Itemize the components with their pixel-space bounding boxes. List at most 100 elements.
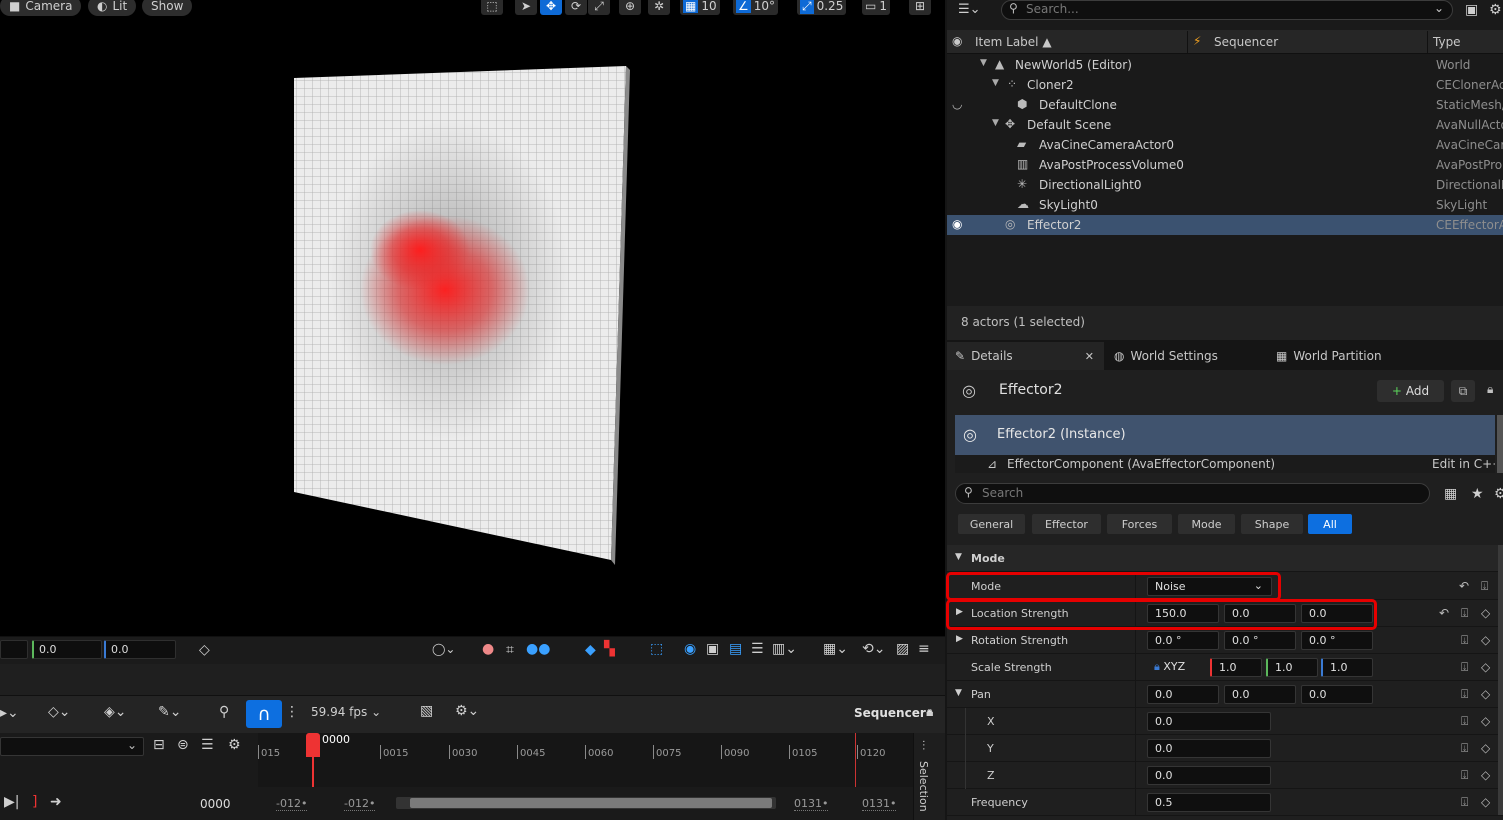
key-group-dropdown-icon[interactable]: ◈⌄ [104, 704, 127, 720]
frequency-field[interactable]: 0.5 [1147, 793, 1271, 812]
outliner-settings-icon[interactable]: ⚙ [1489, 2, 1502, 18]
arrow-right-icon[interactable]: ➜ [50, 794, 62, 810]
rgb-icon[interactable]: ◆ [585, 642, 596, 658]
pan-z-field[interactable]: 0.0 [1301, 685, 1373, 704]
hidden-eye-icon[interactable]: ◡ [952, 97, 962, 111]
undo-dropdown-icon[interactable]: ⟲⌄ [862, 641, 885, 657]
track-settings-icon[interactable]: ⚙ [228, 737, 241, 753]
filter-forces[interactable]: Forces [1107, 514, 1172, 534]
rotation-y-field[interactable]: 0.0 ° [1224, 631, 1296, 650]
timeline-scroll-thumb[interactable] [410, 798, 772, 808]
lit-menu[interactable]: ◐ Lit [88, 0, 137, 16]
tab-world-settings[interactable]: ◍ World Settings [1106, 342, 1226, 370]
select-mode-button[interactable]: ➤ [515, 0, 537, 15]
selection-side-tab[interactable]: ⫶ Selection [913, 733, 945, 820]
expand-arrow-icon[interactable]: ▼ [992, 78, 999, 88]
settings-sliders-icon[interactable]: ≡ [918, 641, 930, 657]
world-local-button[interactable]: ⊕ [619, 0, 641, 15]
mode-section-header[interactable]: ▼ Mode [947, 545, 1503, 572]
bottom-field-2[interactable]: 0.0 [104, 640, 176, 659]
outliner-row[interactable]: ◡ ⬢ DefaultClone StaticMesh/ [947, 95, 1503, 115]
eye-icon[interactable]: ◉ [952, 217, 962, 231]
rotation-x-field[interactable]: 0.0 ° [1147, 631, 1219, 650]
fps-dropdown[interactable]: 59.94 fps ⌄ [311, 705, 381, 719]
pan-y-field[interactable]: 0.0 [1224, 685, 1296, 704]
scale-y-field[interactable]: 1.0 [1266, 658, 1318, 677]
show-menu[interactable]: Show [142, 0, 193, 16]
outliner-row[interactable]: ◉ ◎ Effector2 CEEffectorA [947, 215, 1503, 235]
edit-in-cpp-link[interactable]: Edit in C++ [1432, 457, 1495, 471]
hash-icon[interactable]: ⌗ [506, 642, 514, 658]
outliner-row[interactable]: ▥ AvaPostProcessVolume0 AvaPostPro [947, 155, 1503, 175]
color-wheel-icon[interactable]: ● [482, 641, 494, 657]
outliner-row[interactable]: ▼ ⁘ Cloner2 CEClonerAc [947, 75, 1503, 95]
keyframe-add-icon[interactable]: ⍗ [1461, 795, 1468, 810]
outliner-row[interactable]: ☁ SkyLight0 SkyLight [947, 195, 1503, 215]
outliner-row[interactable]: ▰ AvaCineCameraActor0 AvaCineCar [947, 135, 1503, 155]
bracket-icon[interactable]: ] [32, 794, 37, 810]
menu-lines-icon[interactable]: ☰ [201, 737, 214, 753]
lock-icon[interactable]: 🔒︎ [926, 704, 933, 720]
track-filter-dropdown[interactable]: ⌄ [0, 737, 144, 756]
key-diamond-icon[interactable]: ◇ [1481, 768, 1490, 782]
tab-world-partition[interactable]: ▦ World Partition [1268, 342, 1390, 370]
reset-icon[interactable]: ↶ [1459, 579, 1469, 593]
close-icon[interactable]: ✕ [1085, 350, 1094, 363]
key-diamond-icon[interactable]: ◇ [1481, 633, 1490, 647]
instance-card[interactable]: ◎ Effector2 (Instance) [955, 415, 1495, 455]
scale-snap-button[interactable]: ⤢ 0.25 [797, 0, 847, 15]
filter-mode[interactable]: Mode [1178, 514, 1235, 534]
expand-icon[interactable]: ⊜ [177, 737, 189, 753]
keyframe-add-icon[interactable]: ⍗ [1461, 606, 1468, 621]
filter-general[interactable]: General [958, 514, 1025, 534]
outliner-row[interactable]: ▼ ✥ Default Scene AvaNullActo [947, 115, 1503, 135]
pin-icon[interactable]: ⚲ [219, 704, 229, 720]
key-diamond-icon[interactable]: ◇ [1481, 741, 1490, 755]
bottom-field-0[interactable] [0, 640, 28, 659]
filter-effector[interactable]: Effector [1032, 514, 1101, 534]
snap-magnet-button[interactable]: ∩ [246, 700, 282, 728]
translate-mode-button[interactable]: ✥ [540, 0, 562, 15]
more-options-icon[interactable]: ⋮ [285, 704, 299, 720]
key-diamond-icon[interactable]: ◇ [199, 642, 210, 658]
filter-icon[interactable]: ☰⌄ [958, 2, 981, 17]
skip-to-end-icon[interactable]: ▶| [4, 794, 19, 810]
keyframe-add-icon[interactable]: ⍗ [1461, 633, 1468, 648]
align-icon[interactable]: ☰ [751, 641, 764, 657]
scale-mode-button[interactable]: ⤢ [588, 0, 610, 15]
view-options-icon[interactable]: ▦⌄ [823, 641, 848, 657]
add-component-button[interactable]: + Add [1377, 380, 1444, 402]
expand-arrow-icon[interactable]: ▼ [992, 118, 999, 128]
viewport-layout-button[interactable]: ⊞ [909, 0, 931, 15]
outliner-row[interactable]: ▼ ▲ NewWorld5 (Editor) World [947, 55, 1503, 75]
pan-x-field[interactable]: 0.0 [1147, 685, 1219, 704]
frame-icon[interactable]: ▣ [706, 641, 719, 657]
details-scrollbar[interactable] [1498, 545, 1503, 815]
keyframe-add-icon[interactable]: ⍗ [1461, 687, 1468, 702]
key-diamond-icon[interactable]: ◇ [1481, 606, 1490, 620]
outliner-search-input[interactable]: ⚲ Search... ⌄ [1001, 0, 1453, 20]
keyframe-add-icon[interactable]: ⍗ [1461, 768, 1468, 783]
camera-menu[interactable]: ■ Camera [0, 0, 82, 16]
filter-shape[interactable]: Shape [1241, 514, 1303, 534]
range-start-field-2[interactable]: -012• [344, 797, 376, 811]
maximize-viewport-button[interactable]: ⬚ [481, 0, 503, 15]
image-icon[interactable]: ▨ [896, 641, 909, 657]
key-diamond-icon[interactable]: ◇ [1481, 714, 1490, 728]
distribute-icon[interactable]: ▥⌄ [772, 641, 797, 657]
component-row[interactable]: ⊿ EffectorComponent (AvaEffectorComponen… [955, 455, 1495, 473]
key-dropdown-icon[interactable]: ◇⌄ [48, 704, 71, 720]
table-view-icon[interactable]: ▦ [1444, 486, 1457, 502]
layout-grid-icon[interactable]: ▤ [729, 641, 742, 657]
channels-icon[interactable]: ▚ [604, 641, 615, 657]
keyframe-add-icon[interactable]: ⍗ [1481, 579, 1488, 594]
filter-all[interactable]: All [1308, 514, 1352, 534]
sequencer-column[interactable]: Sequencer [1214, 35, 1278, 49]
star-icon[interactable]: ★ [1471, 486, 1484, 502]
spheres-icon[interactable]: ●● [526, 641, 550, 657]
eye-icon[interactable]: ◉ [684, 641, 696, 657]
components-scrollbar[interactable] [1497, 415, 1503, 473]
scale-z-field[interactable]: 1.0 [1321, 658, 1373, 677]
range-end-field-2[interactable]: 0131• [862, 797, 897, 811]
bottom-field-1[interactable]: 0.0 [32, 640, 102, 659]
